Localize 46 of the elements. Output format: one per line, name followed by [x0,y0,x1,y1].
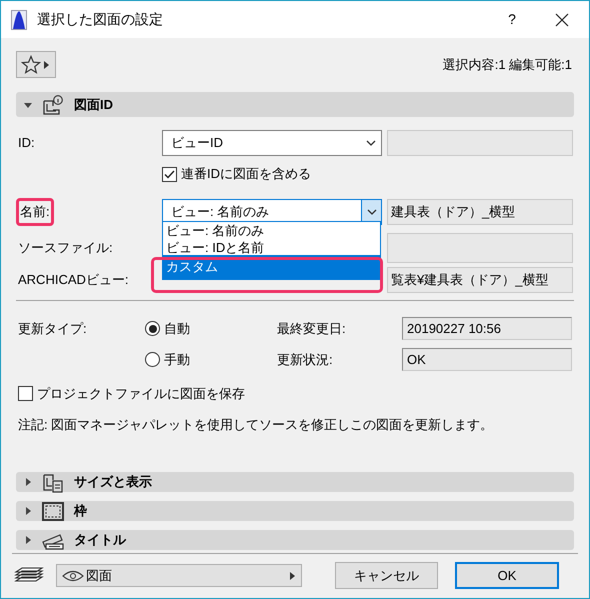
radio-button[interactable] [145,352,160,367]
cancel-button[interactable]: キャンセル [335,562,438,589]
radio-button[interactable] [145,321,160,336]
info-field: OK [402,348,572,371]
section-header[interactable]: タイトル [16,530,574,550]
app-logo-icon [11,10,27,30]
eye-icon [62,570,84,582]
ok-button[interactable]: OK [455,562,559,589]
window-title: 選択した図面の設定 [37,10,163,29]
field-label: 名前: [16,198,54,226]
help-button[interactable]: ? [497,9,527,30]
section-header[interactable]: サイズと表示 [16,472,574,492]
view-field: 覧表¥建具表（ドア）_横型 [387,267,573,293]
field-label: 最終変更日: [277,320,347,338]
checkbox[interactable] [162,166,177,182]
document-list-icon [41,472,65,492]
document-info-icon [41,94,65,115]
field-label: 更新タイプ: [18,320,88,338]
checkmark-icon [164,170,175,178]
dropdown-option[interactable]: ビュー: IDと名前 [163,239,380,256]
radio-label: 手動 [164,350,190,369]
id-dropdown[interactable]: ビューID [162,130,382,156]
info-field: 20190227 10:56 [402,317,572,340]
checkbox-label: 連番IDに図面を含める [181,165,311,184]
close-icon [555,12,569,26]
chevron-down-icon [366,209,376,215]
field-label: ARCHICADビュー: [18,271,130,290]
section-header[interactable]: 図面ID [16,92,574,117]
dashed-frame-icon [41,500,65,522]
field-label: ソースファイル: [18,239,114,258]
section-header[interactable]: 枠 [16,501,574,521]
field-label: ID: [18,134,36,152]
chevron-down-icon [366,140,376,146]
dropdown-option[interactable]: ビュー: 名前のみ [163,222,380,239]
checkbox[interactable] [18,386,33,402]
checkbox-label: プロジェクトファイルに図面を保存 [37,385,245,403]
radio-label: 自動 [164,320,190,338]
layer-menu[interactable]: 図面 [56,564,302,587]
field-label: 更新状況: [277,350,334,369]
favorites-button[interactable] [16,51,56,78]
note-text: 注記: 図面マネージャパレットを使用してソースを修正しこの図面を更新します。 [17,416,494,434]
star-icon [21,55,41,74]
selection-info: 選択内容:1 編集可能:1 [442,56,572,74]
caret-icon [44,60,49,68]
caret-icon [290,572,295,580]
name-field: 建具表（ドア）_横型 [387,199,573,225]
